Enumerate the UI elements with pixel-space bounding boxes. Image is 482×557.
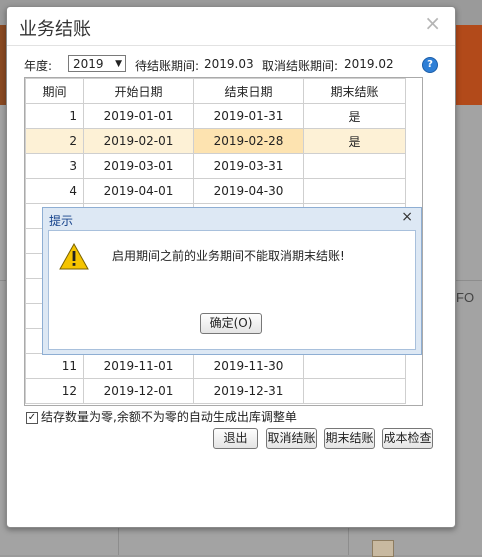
dialog-title: 业务结账 (19, 19, 91, 40)
warning-icon (59, 243, 89, 270)
alert-body: 启用期间之前的业务期间不能取消期末结账! 确定(O) (48, 230, 416, 350)
period-cell: 4 (25, 178, 84, 204)
table-row[interactable]: 3 2019-03-01 2019-03-31 (25, 153, 406, 179)
alert-dialog: 提示 × 启用期间之前的业务期间不能取消期末结账! 确定(O) (42, 207, 422, 355)
cancel-period-value: 2019.02 (344, 57, 394, 71)
year-value: 2019 (73, 57, 104, 71)
auto-adjust-label: 结存数量为零,余额不为零的自动生成出库调整单 (41, 410, 297, 424)
background-divider (348, 525, 349, 555)
closed-cell (303, 378, 406, 404)
start-date-cell: 2019-12-01 (83, 378, 194, 404)
start-date-cell: 2019-04-01 (83, 178, 194, 204)
close-icon[interactable]: × (424, 11, 441, 35)
table-row[interactable]: 4 2019-04-01 2019-04-30 (25, 178, 406, 204)
end-date-cell: 2019-02-28 (193, 128, 304, 154)
year-select[interactable]: 2019 ▼ (68, 55, 126, 72)
table-row[interactable]: 12 2019-12-01 2019-12-31 (25, 378, 406, 404)
start-date-cell: 2019-01-01 (83, 103, 194, 129)
closed-cell: 是 (303, 103, 406, 129)
column-header[interactable]: 期末结账 (303, 78, 406, 104)
column-header[interactable]: 期间 (25, 78, 84, 104)
pending-period-label: 待结账期间: (135, 59, 200, 73)
end-date-cell: 2019-01-31 (193, 103, 304, 129)
table-row[interactable]: 1 2019-01-01 2019-01-31 是 (25, 103, 406, 129)
cancel-close-button[interactable]: 取消结账 (266, 428, 317, 449)
auto-adjust-checkbox-row[interactable]: ✓ 结存数量为零,余额不为零的自动生成出库调整单 (26, 408, 297, 425)
period-close-button[interactable]: 期末结账 (324, 428, 375, 449)
ok-button[interactable]: 确定(O) (200, 313, 262, 334)
cancel-period-label: 取消结账期间: (262, 59, 339, 73)
period-cell: 11 (25, 353, 84, 379)
period-cell: 1 (25, 103, 84, 129)
close-icon[interactable]: × (401, 209, 413, 225)
column-header[interactable]: 结束日期 (193, 78, 304, 104)
end-date-cell: 2019-11-30 (193, 353, 304, 379)
year-label: 年度: (24, 59, 53, 73)
closed-cell (303, 178, 406, 204)
background-divider (118, 525, 119, 555)
period-cell: 12 (25, 378, 84, 404)
table-header: 期间 开始日期 结束日期 期末结账 (25, 78, 406, 104)
pending-period-value: 2019.03 (204, 57, 254, 71)
period-cell: 2 (25, 128, 84, 154)
background-icon (372, 540, 394, 557)
closed-cell (303, 153, 406, 179)
start-date-cell: 2019-02-01 (83, 128, 194, 154)
closed-cell: 是 (303, 128, 406, 154)
end-date-cell: 2019-12-31 (193, 378, 304, 404)
closed-cell (303, 353, 406, 379)
auto-adjust-checkbox[interactable]: ✓ (26, 411, 38, 424)
column-header[interactable]: 开始日期 (83, 78, 194, 104)
start-date-cell: 2019-11-01 (83, 353, 194, 379)
chevron-down-icon: ▼ (115, 59, 122, 69)
exit-button[interactable]: 退出 (213, 428, 258, 449)
end-date-cell: 2019-03-31 (193, 153, 304, 179)
period-cell: 3 (25, 153, 84, 179)
help-icon[interactable]: ? (422, 57, 438, 73)
end-date-cell: 2019-04-30 (193, 178, 304, 204)
alert-message: 启用期间之前的业务期间不能取消期末结账! (112, 249, 345, 263)
title-divider (7, 45, 455, 46)
table-row-selected[interactable]: 2 2019-02-01 2019-02-28 是 (25, 128, 406, 154)
alert-title: 提示 (49, 214, 74, 228)
table-row[interactable]: 11 2019-11-01 2019-11-30 (25, 353, 406, 379)
filter-row: 年度: 2019 ▼ 待结账期间: 2019.03 取消结账期间: 2019.0… (24, 55, 444, 75)
background-text: FO (456, 290, 475, 305)
start-date-cell: 2019-03-01 (83, 153, 194, 179)
cost-check-button[interactable]: 成本检查 (382, 428, 433, 449)
